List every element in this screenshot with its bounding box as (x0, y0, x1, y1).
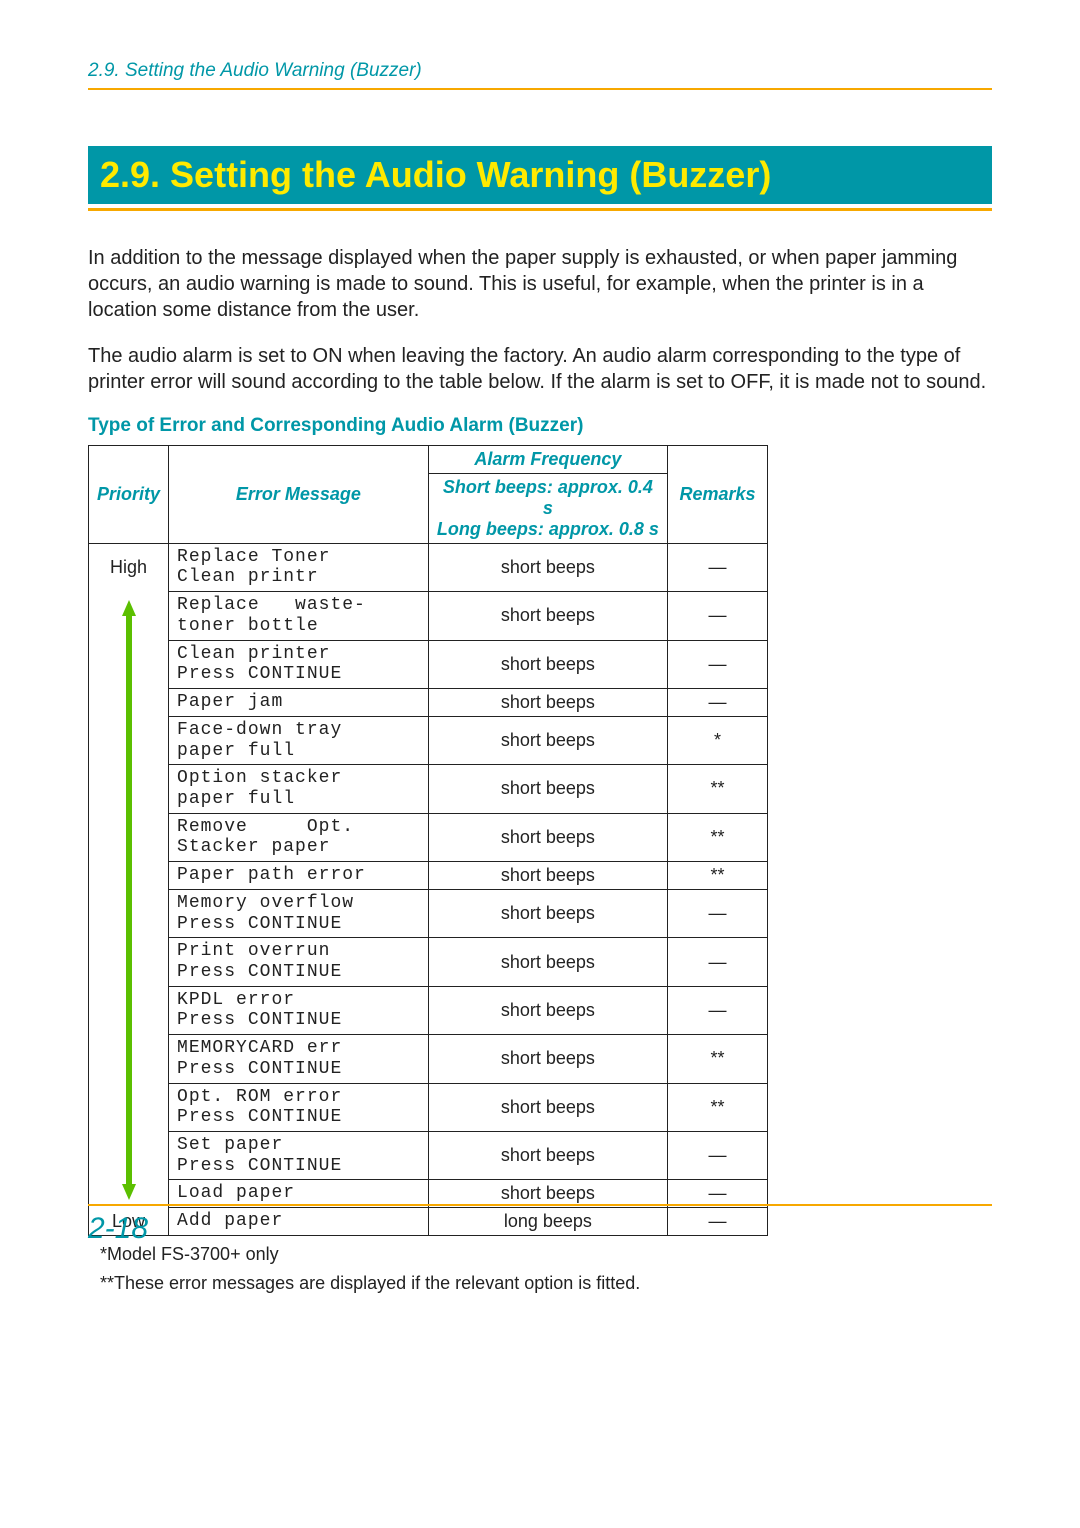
header-rule (88, 88, 992, 90)
th-error-message: Error Message (169, 445, 429, 543)
th-remarks: Remarks (668, 445, 768, 543)
alarm-cell: short beeps (428, 543, 667, 591)
priority-arrow-cell (89, 592, 169, 1208)
error-message-cell: Replace waste- toner bottle (169, 592, 429, 640)
intro-paragraph-1: In addition to the message displayed whe… (88, 245, 992, 323)
alarm-cell: short beeps (428, 688, 667, 716)
table-row: Print overrun Press CONTINUEshort beeps— (89, 938, 768, 986)
section-title-box: 2.9. Setting the Audio Warning (Buzzer) (88, 146, 992, 204)
error-message-cell: Paper jam (169, 688, 429, 716)
remarks-cell: — (668, 890, 768, 938)
remarks-cell: ** (668, 765, 768, 813)
alarm-cell: short beeps (428, 765, 667, 813)
remarks-cell: ** (668, 1035, 768, 1083)
remarks-cell: — (668, 986, 768, 1034)
page-footer: 2-18 (88, 1204, 992, 1246)
error-message-cell: Option stacker paper full (169, 765, 429, 813)
alarm-cell: short beeps (428, 938, 667, 986)
remarks-cell: ** (668, 862, 768, 890)
priority-arrow-icon (120, 600, 138, 1200)
table-row: Paper path errorshort beeps** (89, 862, 768, 890)
table-row: Option stacker paper fullshort beeps** (89, 765, 768, 813)
alarm-cell: short beeps (428, 1131, 667, 1179)
footnote-1: *Model FS-3700+ only (100, 1244, 992, 1265)
footer-rule (88, 1204, 992, 1206)
section-title: 2.9. Setting the Audio Warning (Buzzer) (100, 156, 980, 194)
th-alarm-sub: Short beeps: approx. 0.4 s Long beeps: a… (428, 473, 667, 543)
alarm-cell: short beeps (428, 640, 667, 688)
error-table: Priority Error Message Alarm Frequency R… (88, 445, 768, 1237)
error-message-cell: MEMORYCARD err Press CONTINUE (169, 1035, 429, 1083)
table-row: KPDL error Press CONTINUEshort beeps— (89, 986, 768, 1034)
running-header: 2.9. Setting the Audio Warning (Buzzer) (88, 60, 992, 82)
page-number: 2-18 (88, 1212, 992, 1246)
table-row: Clean printer Press CONTINUEshort beeps— (89, 640, 768, 688)
remarks-cell: — (668, 938, 768, 986)
remarks-cell: ** (668, 813, 768, 861)
remarks-cell: * (668, 716, 768, 764)
th-priority: Priority (89, 445, 169, 543)
error-message-cell: Face-down tray paper full (169, 716, 429, 764)
table-row: HighReplace Toner Clean printrshort beep… (89, 543, 768, 591)
footnote-2: **These error messages are displayed if … (100, 1273, 992, 1294)
alarm-cell: short beeps (428, 862, 667, 890)
error-message-cell: Print overrun Press CONTINUE (169, 938, 429, 986)
alarm-cell: short beeps (428, 813, 667, 861)
alarm-cell: short beeps (428, 1083, 667, 1131)
error-message-cell: Replace Toner Clean printr (169, 543, 429, 591)
table-row: Memory overflow Press CONTINUEshort beep… (89, 890, 768, 938)
remarks-cell: — (668, 543, 768, 591)
priority-high-cell: High (89, 543, 169, 591)
error-message-cell: Set paper Press CONTINUE (169, 1131, 429, 1179)
error-message-cell: Remove Opt. Stacker paper (169, 813, 429, 861)
remarks-cell: — (668, 688, 768, 716)
section-underline (88, 208, 992, 211)
remarks-cell: — (668, 640, 768, 688)
th-alarm-frequency: Alarm Frequency (428, 445, 667, 473)
remarks-cell: — (668, 1131, 768, 1179)
error-message-cell: Paper path error (169, 862, 429, 890)
error-message-cell: Opt. ROM error Press CONTINUE (169, 1083, 429, 1131)
alarm-cell: short beeps (428, 592, 667, 640)
alarm-cell: short beeps (428, 986, 667, 1034)
table-caption: Type of Error and Corresponding Audio Al… (88, 415, 992, 437)
remarks-cell: ** (668, 1083, 768, 1131)
table-row: Paper jamshort beeps— (89, 688, 768, 716)
error-message-cell: Clean printer Press CONTINUE (169, 640, 429, 688)
table-row: Opt. ROM error Press CONTINUEshort beeps… (89, 1083, 768, 1131)
remarks-cell: — (668, 592, 768, 640)
table-row: Face-down tray paper fullshort beeps* (89, 716, 768, 764)
table-row: MEMORYCARD err Press CONTINUEshort beeps… (89, 1035, 768, 1083)
error-message-cell: KPDL error Press CONTINUE (169, 986, 429, 1034)
error-message-cell: Memory overflow Press CONTINUE (169, 890, 429, 938)
alarm-cell: short beeps (428, 716, 667, 764)
table-row: Replace waste- toner bottleshort beeps— (89, 592, 768, 640)
table-row: Remove Opt. Stacker papershort beeps** (89, 813, 768, 861)
intro-paragraph-2: The audio alarm is set to ON when leavin… (88, 343, 992, 395)
alarm-cell: short beeps (428, 1035, 667, 1083)
alarm-cell: short beeps (428, 890, 667, 938)
table-row: Set paper Press CONTINUEshort beeps— (89, 1131, 768, 1179)
